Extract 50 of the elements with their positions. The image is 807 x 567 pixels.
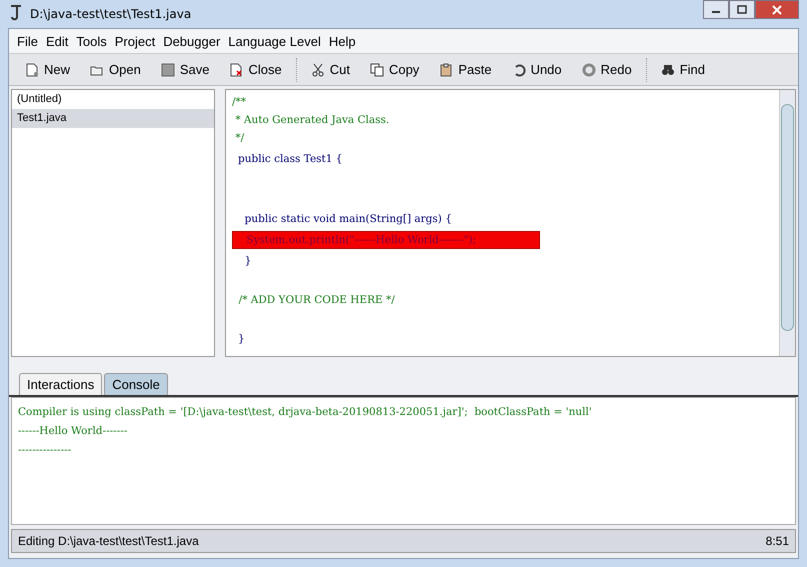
toolbar-button[interactable]: New bbox=[15, 56, 80, 82]
toolbar-button[interactable]: Copy bbox=[360, 56, 430, 82]
document-item[interactable]: Test1.java bbox=[12, 109, 214, 128]
console-line: Compiler is using classPath = '[D:\java-test\test, drjava-beta-20190813-220051.jar]'; bootClassPath = 'null' bbox=[18, 406, 593, 420]
menu-item[interactable]: Help bbox=[328, 34, 356, 48]
menu-item[interactable]: File bbox=[17, 34, 38, 48]
new-icon bbox=[25, 62, 39, 76]
menu-item[interactable]: Project bbox=[114, 34, 156, 48]
code-comment: */ bbox=[234, 131, 244, 146]
menu-item[interactable]: Language Level bbox=[228, 34, 321, 48]
code-line: public class Test1 { bbox=[238, 152, 342, 167]
close-icon bbox=[229, 62, 244, 76]
maximize-button[interactable] bbox=[729, 0, 755, 19]
toolbar-button[interactable]: Save bbox=[150, 56, 220, 82]
cursor-position: 8:51 bbox=[766, 534, 789, 548]
code-line: public static void main(String[] args) { bbox=[244, 212, 452, 227]
cut-icon bbox=[310, 62, 325, 76]
redo-icon bbox=[582, 62, 596, 76]
menu-item[interactable]: Edit bbox=[46, 34, 68, 48]
maximize-icon bbox=[737, 5, 747, 14]
status-message: Editing D:\java-test\test\Test1.java bbox=[18, 534, 199, 548]
console-line: ------Hello World------- bbox=[18, 425, 128, 439]
code-comment: /** bbox=[232, 95, 246, 110]
tab[interactable]: Console bbox=[104, 373, 168, 395]
code-editor[interactable]: /** * Auto Generated Java Class. */ public class Test1 { public static void main(String[] args) { System.out.println("------Hello World-------"); } /* ADD YOUR CODE HERE */ } bbox=[225, 89, 796, 357]
console-line: --------------- bbox=[18, 444, 72, 458]
window-title: D:\java-test\test\Test1.java bbox=[30, 7, 192, 21]
tab[interactable]: Interactions bbox=[19, 373, 102, 395]
find-icon bbox=[660, 62, 675, 76]
minimize-button[interactable] bbox=[703, 0, 729, 19]
scrollbar[interactable] bbox=[779, 90, 795, 356]
menu-item[interactable]: Tools bbox=[76, 34, 107, 48]
close-button[interactable] bbox=[755, 0, 799, 19]
toolbar-button[interactable]: Redo bbox=[572, 56, 642, 82]
document-item[interactable]: (Untitled) bbox=[12, 90, 214, 109]
close-icon bbox=[772, 4, 782, 14]
save-icon bbox=[160, 62, 175, 76]
menu-item[interactable]: Debugger bbox=[163, 34, 220, 48]
toolbar-button[interactable]: Find bbox=[650, 56, 716, 82]
paste-icon bbox=[439, 62, 454, 76]
toolbar-button[interactable]: Close bbox=[219, 56, 292, 82]
code-comment: * Auto Generated Java Class. bbox=[234, 113, 390, 128]
code-comment: /* ADD YOUR CODE HERE */ bbox=[238, 293, 395, 308]
code-line: } bbox=[238, 332, 245, 347]
toolbar-button[interactable]: Paste bbox=[429, 56, 502, 82]
toolbar-button[interactable]: Undo bbox=[502, 56, 572, 82]
toolbar-button[interactable]: Cut bbox=[300, 56, 360, 82]
code-line: } bbox=[244, 254, 252, 269]
toolbar-button[interactable]: Open bbox=[80, 56, 151, 82]
copy-icon bbox=[370, 62, 384, 76]
